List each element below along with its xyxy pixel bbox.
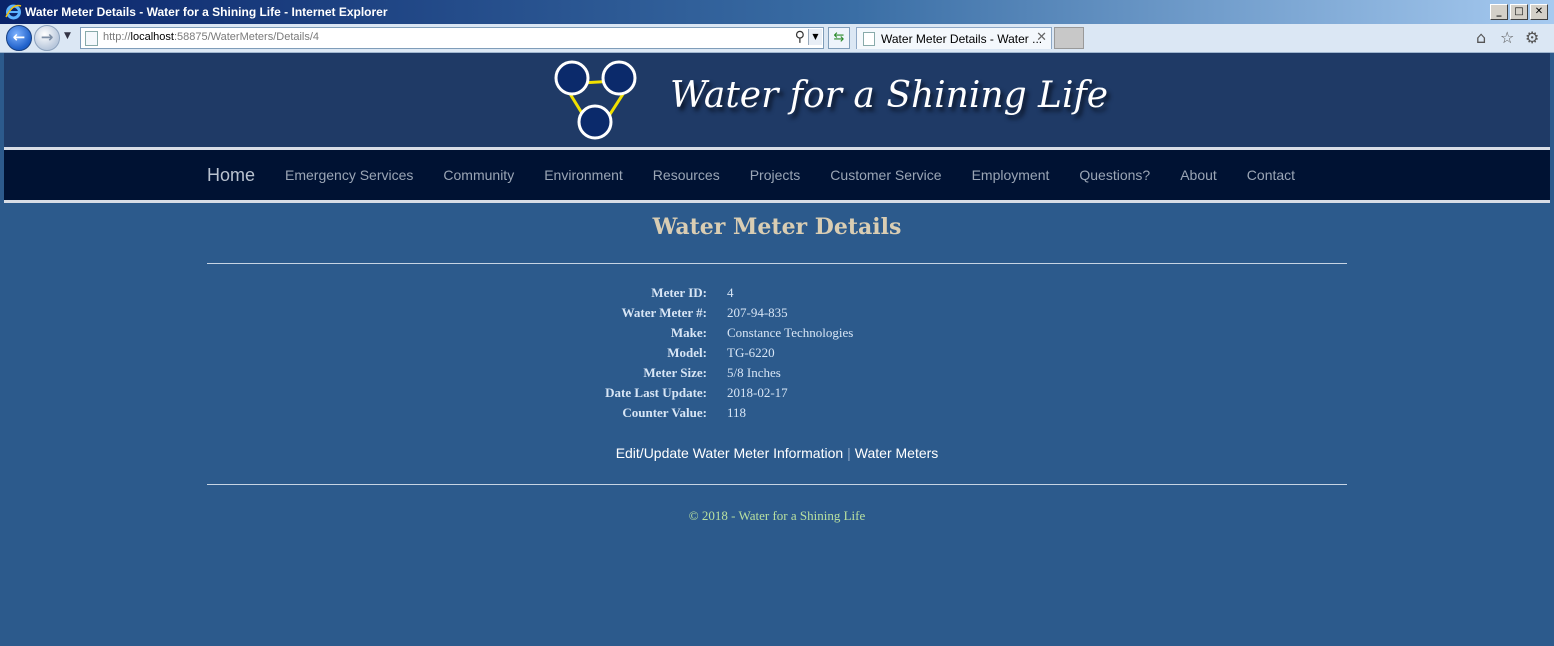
close-window-button[interactable]: ✕ [1530, 4, 1548, 20]
detail-value: 5/8 Inches [727, 365, 781, 380]
home-icon[interactable]: ⌂ [1476, 28, 1486, 47]
browser-tab[interactable]: Water Meter Details - Water ... ✕ [856, 27, 1052, 49]
action-links: Edit/Update Water Meter Information | Wate… [4, 445, 1550, 461]
detail-label: Meter Size: [643, 365, 707, 380]
tab-close-icon[interactable]: ✕ [1036, 30, 1047, 45]
address-url[interactable]: http://localhost:58875/WaterMeters/Detai… [103, 31, 319, 43]
detail-label: Counter Value: [622, 405, 707, 420]
nav-item-employment[interactable]: Employment [972, 167, 1050, 183]
water-meters-link[interactable]: Water Meters [855, 445, 939, 461]
ie-logo-icon [5, 4, 22, 20]
refresh-button[interactable]: ⇆ [828, 27, 850, 49]
nav-item-resources[interactable]: Resources [653, 167, 720, 183]
nav-item-emergency-services[interactable]: Emergency Services [285, 167, 413, 183]
browser-toolbar: ← → ▼ http://localhost:58875/WaterMeters… [0, 24, 1554, 53]
detail-row: Make: Constance Technologies [4, 325, 1550, 345]
detail-label: Make: [670, 325, 707, 340]
address-bar[interactable]: http://localhost:58875/WaterMeters/Detai… [80, 27, 824, 49]
detail-row: Counter Value: 118 [4, 405, 1550, 425]
search-icon[interactable]: ⚲ [795, 29, 805, 45]
site-banner: Water for a Shining Life [4, 53, 1550, 147]
back-button[interactable]: ← [6, 25, 32, 51]
meter-details-list: Meter ID: 4 Water Meter #: 207-94-835 Make: C… [4, 285, 1550, 425]
detail-row: Date Last Update: 2018-02-17 [4, 385, 1550, 405]
detail-label: Date Last Update: [605, 385, 707, 400]
nav-item-about[interactable]: About [1180, 167, 1217, 183]
tools-gear-icon[interactable]: ⚙ [1525, 28, 1539, 47]
nav-item-contact[interactable]: Contact [1247, 167, 1295, 183]
footer-copyright: © 2018 - Water for a Shining Life [688, 508, 866, 523]
detail-value: 2018-02-17 [727, 385, 788, 400]
content-divider-top [207, 263, 1347, 264]
page-icon [85, 31, 98, 46]
detail-value: 4 [727, 285, 734, 300]
detail-value: 118 [727, 405, 747, 420]
detail-row: Meter Size: 5/8 Inches [4, 365, 1550, 385]
nav-item-questions[interactable]: Questions? [1079, 167, 1150, 183]
site-title: Water for a Shining Life [670, 75, 1109, 116]
minimize-button[interactable]: _ [1490, 4, 1508, 20]
refresh-icon: ⇆ [833, 30, 845, 45]
nav-item-home[interactable]: Home [207, 165, 255, 186]
favorites-star-icon[interactable]: ☆ [1500, 28, 1514, 47]
address-dropdown-icon[interactable]: ▼ [808, 29, 822, 45]
tab-label: Water Meter Details - Water ... [881, 32, 1043, 46]
web-page: Water for a Shining Life Home Emergency S… [4, 53, 1550, 642]
edit-meter-link[interactable]: Edit/Update Water Meter Information [616, 445, 843, 461]
detail-row: Model: TG-6220 [4, 345, 1550, 365]
detail-row: Water Meter #: 207-94-835 [4, 305, 1550, 325]
nav-item-projects[interactable]: Projects [750, 167, 801, 183]
main-navigation: Home Emergency Services Community Environme… [4, 150, 1550, 200]
window-title-bar: Water Meter Details - Water for a Shinin… [0, 0, 1554, 24]
site-logo [554, 60, 637, 140]
detail-value: TG-6220 [727, 345, 775, 360]
detail-value: 207-94-835 [727, 305, 788, 320]
new-tab-button[interactable] [1054, 27, 1084, 49]
forward-icon: → [40, 28, 54, 46]
detail-row: Meter ID: 4 [4, 285, 1550, 305]
back-icon: ← [12, 28, 26, 46]
link-separator: | [847, 445, 851, 461]
page-title: Water Meter Details [652, 214, 902, 240]
detail-label: Model: [667, 345, 707, 360]
detail-label: Water Meter #: [621, 305, 707, 320]
detail-label: Meter ID: [651, 285, 707, 300]
history-dropdown-icon[interactable]: ▼ [64, 31, 71, 41]
tab-page-icon [863, 32, 875, 46]
nav-item-customer-service[interactable]: Customer Service [830, 167, 941, 183]
nav-divider [4, 200, 1550, 203]
content-divider-bottom [207, 484, 1347, 485]
maximize-button[interactable]: □ [1510, 4, 1528, 20]
nav-item-environment[interactable]: Environment [544, 167, 623, 183]
nav-item-community[interactable]: Community [443, 167, 514, 183]
forward-button[interactable]: → [34, 25, 60, 51]
window-title: Water Meter Details - Water for a Shinin… [25, 5, 388, 19]
detail-value: Constance Technologies [727, 325, 854, 340]
